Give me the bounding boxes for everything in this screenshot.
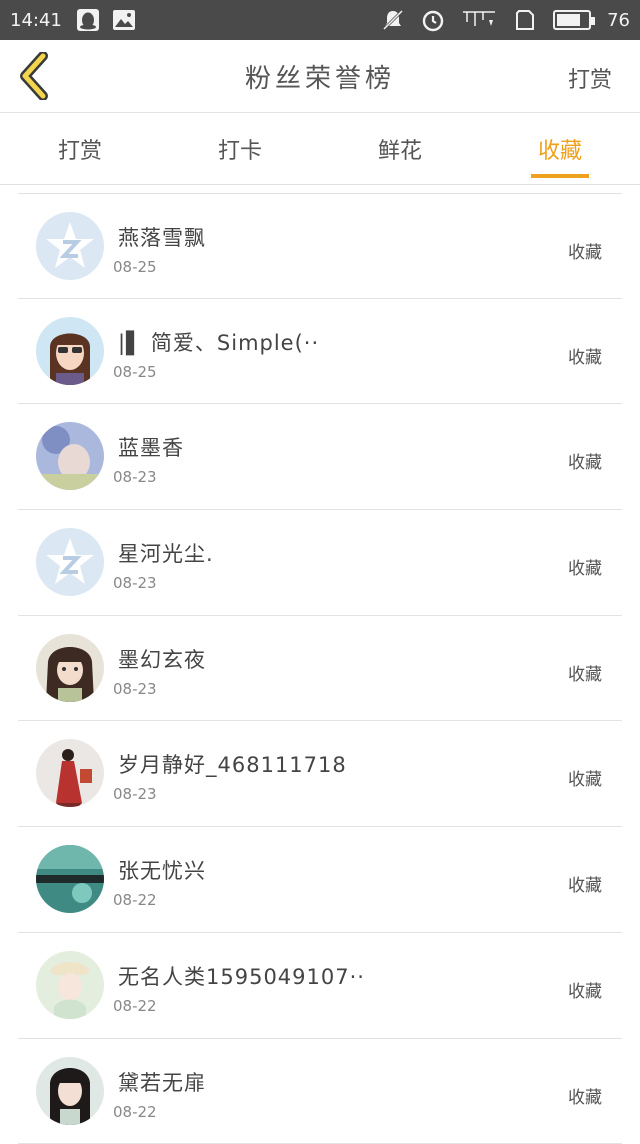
tab-reward[interactable]: 打赏	[0, 113, 160, 184]
list-item[interactable]: 墨幻玄夜 08-23 收藏	[18, 616, 622, 722]
fan-date: 08-23	[113, 468, 157, 486]
list-item[interactable]: 无名人类1595049107·· 08-22 收藏	[18, 933, 622, 1039]
fan-date: 08-22	[113, 1103, 157, 1121]
list-item[interactable]: 蓝墨香 08-23 收藏	[18, 404, 622, 510]
blue-photo-avatar-image	[36, 422, 104, 490]
status-time: 14:41	[10, 10, 62, 31]
action-label: 收藏	[568, 660, 602, 685]
tab-bar: 打赏 打卡 鲜花 收藏	[0, 113, 640, 185]
avatar[interactable]	[36, 845, 104, 913]
avatar[interactable]	[36, 528, 104, 596]
tab-checkin[interactable]: 打卡	[160, 113, 320, 184]
fan-name: 岁月静好_468111718	[118, 749, 347, 779]
fan-name: 无名人类1595049107··	[118, 961, 365, 991]
image-icon	[112, 8, 136, 32]
avatar[interactable]	[36, 951, 104, 1019]
fan-name: |▌ 简爱、Simple(··	[118, 327, 319, 357]
red-robe-figure-avatar-image	[36, 739, 104, 807]
sim-icon	[513, 8, 537, 32]
reward-button[interactable]: 打赏	[568, 62, 612, 94]
fan-date: 08-23	[113, 574, 157, 592]
anime-girl-avatar-image	[36, 634, 104, 702]
active-tab-indicator	[531, 174, 589, 178]
tab-label: 打赏	[58, 133, 102, 165]
fan-date: 08-23	[113, 680, 157, 698]
tab-flowers[interactable]: 鲜花	[320, 113, 480, 184]
page-title: 粉丝荣誉榜	[0, 58, 640, 95]
signal-icon	[461, 8, 497, 32]
fan-name: 星河光尘.	[118, 538, 214, 568]
girl-sunglasses-avatar-image	[36, 317, 104, 385]
avatar[interactable]	[36, 634, 104, 702]
fan-date: 08-25	[113, 258, 157, 276]
list-item[interactable]: 黛若无扉 08-22 收藏	[18, 1039, 622, 1144]
notification-icons	[76, 8, 136, 32]
avatar[interactable]	[36, 317, 104, 385]
fan-date: 08-23	[113, 785, 157, 803]
fan-date: 08-25	[113, 363, 157, 381]
action-label: 收藏	[568, 1083, 602, 1108]
system-icons: 76	[381, 8, 630, 32]
fan-name: 蓝墨香	[118, 432, 184, 462]
action-label: 收藏	[568, 238, 602, 263]
battery-level-fill	[557, 14, 580, 26]
action-label: 收藏	[568, 977, 602, 1002]
status-bar: 14:41	[0, 0, 640, 40]
battery-icon	[553, 10, 591, 30]
fan-name: 张无忧兴	[118, 855, 206, 885]
fan-name: 墨幻玄夜	[118, 644, 206, 674]
avatar[interactable]	[36, 422, 104, 490]
fan-date: 08-22	[113, 891, 157, 909]
avatar[interactable]	[36, 739, 104, 807]
avatar[interactable]	[36, 1057, 104, 1125]
dark-hair-girl-avatar-image	[36, 1057, 104, 1125]
mute-icon	[381, 8, 405, 32]
tab-label: 打卡	[218, 133, 262, 165]
action-label: 收藏	[568, 765, 602, 790]
action-label: 收藏	[568, 343, 602, 368]
action-label: 收藏	[568, 448, 602, 473]
avatar[interactable]	[36, 212, 104, 280]
teal-landscape-avatar-image	[36, 845, 104, 913]
list-item[interactable]: 燕落雪飘 08-25 收藏	[18, 193, 622, 299]
fan-list: 燕落雪飘08-25收藏|▌ 简爱、Simple(··08-25收藏蓝墨香08-2…	[18, 193, 622, 1144]
list-item[interactable]: 张无忧兴 08-22 收藏	[18, 827, 622, 933]
tab-favorites[interactable]: 收藏	[480, 113, 640, 184]
fan-date: 08-22	[113, 997, 157, 1015]
battery-percent: 76	[607, 10, 630, 31]
app-header: 粉丝荣誉榜 打赏	[0, 40, 640, 113]
fan-name: 燕落雪飘	[118, 222, 206, 252]
pale-girl-avatar-image	[36, 951, 104, 1019]
tab-label: 收藏	[538, 133, 582, 165]
tab-label: 鲜花	[378, 133, 422, 165]
default-qq-avatar-image	[36, 212, 104, 280]
default-qq-avatar-image	[36, 528, 104, 596]
list-item[interactable]: 岁月静好_468111718 08-23 收藏	[18, 721, 622, 827]
alarm-icon	[421, 8, 445, 32]
fan-name: 黛若无扉	[118, 1067, 206, 1097]
list-item[interactable]: 星河光尘. 08-23 收藏	[18, 510, 622, 616]
action-label: 收藏	[568, 554, 602, 579]
list-item[interactable]: |▌ 简爱、Simple(·· 08-25 收藏	[18, 299, 622, 405]
qq-penguin-icon	[76, 8, 100, 32]
action-label: 收藏	[568, 871, 602, 896]
